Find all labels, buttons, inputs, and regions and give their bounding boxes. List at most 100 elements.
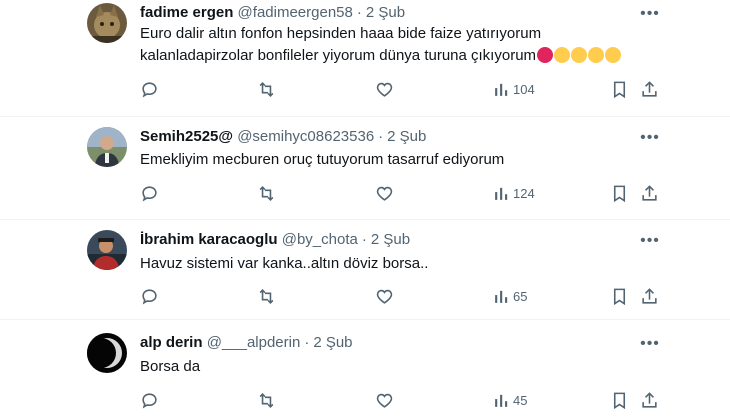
tweet-actions: 104: [140, 79, 660, 99]
reply-icon: [142, 288, 157, 305]
tweet[interactable]: fadime ergen @fadimeergen58 · 2 Şub ••• Eu…: [0, 0, 730, 117]
tweet-actions: 45: [140, 390, 660, 410]
views-count: 65: [513, 288, 528, 304]
display-name[interactable]: fadime ergen: [140, 4, 233, 21]
tweet-text-line-content: kalanladapirzolar bonfileler yiyorum dün…: [140, 47, 537, 64]
bookmark-button[interactable]: [610, 183, 629, 203]
tweet-header: Semih2525@ @semihyc08623536 · 2 Şub: [140, 127, 426, 147]
relieved-face-emoji: [571, 47, 588, 63]
tweet-text-line: kalanladapirzolar bonfileler yiyorum dün…: [140, 45, 622, 67]
separator: ·: [356, 4, 362, 21]
tweet[interactable]: Semih2525@ @semihyc08623536 · 2 Şub ••• Em…: [0, 117, 730, 220]
retweet-icon: [259, 392, 274, 408]
user-handle[interactable]: @semihyc08623536: [237, 128, 374, 145]
timestamp[interactable]: 2 Şub: [387, 128, 426, 145]
reply-button[interactable]: [140, 286, 159, 306]
share-button[interactable]: [640, 183, 659, 203]
tweet-actions: 65: [140, 286, 660, 306]
share-button[interactable]: [640, 390, 659, 410]
retweet-icon: [259, 81, 274, 97]
like-icon: [376, 82, 393, 97]
retweet-icon: [259, 288, 274, 304]
retweet-button[interactable]: [257, 183, 276, 203]
reply-icon: [142, 81, 157, 98]
timestamp[interactable]: 2 Şub: [371, 231, 410, 248]
reply-icon: [142, 185, 157, 202]
separator: ·: [304, 334, 310, 351]
views-button[interactable]: 104: [493, 79, 535, 99]
like-button[interactable]: [375, 390, 394, 410]
share-button[interactable]: [640, 79, 659, 99]
views-button[interactable]: 45: [493, 390, 527, 410]
share-icon: [642, 80, 657, 97]
views-count: 45: [513, 392, 528, 408]
more-icon[interactable]: •••: [640, 233, 660, 254]
confounded-face-emoji: [554, 47, 571, 63]
retweet-button[interactable]: [257, 286, 276, 306]
reply-button[interactable]: [140, 390, 159, 410]
like-button[interactable]: [375, 183, 394, 203]
like-button[interactable]: [375, 286, 394, 306]
bookmark-icon: [613, 288, 626, 305]
reply-button[interactable]: [140, 183, 159, 203]
shushing-face-emoji: [605, 47, 622, 63]
more-icon[interactable]: •••: [640, 336, 660, 357]
share-button[interactable]: [640, 286, 659, 306]
bookmark-button[interactable]: [610, 390, 629, 410]
user-handle[interactable]: @fadimeergen58: [238, 4, 353, 21]
bookmark-button[interactable]: [610, 286, 629, 306]
share-icon: [642, 287, 657, 304]
like-icon: [376, 289, 393, 304]
share-icon: [642, 391, 657, 408]
views-count: 104: [513, 81, 535, 97]
tweet-text-line: Borsa da: [140, 358, 201, 375]
tweet-header: İbrahim karacaoglu @by_chota · 2 Şub: [140, 230, 410, 250]
bookmark-icon: [613, 81, 626, 98]
separator: ·: [361, 231, 367, 248]
angry-face-emoji: [537, 47, 554, 63]
tweet-header: alp derin @___alpderin · 2 Şub: [140, 333, 353, 353]
retweet-icon: [259, 185, 274, 201]
bookmark-button[interactable]: [610, 79, 629, 99]
reply-icon: [142, 392, 157, 409]
user-handle[interactable]: @by_chota: [282, 231, 358, 248]
tweet-text-line: Euro dalir altın fonfon hepsinden haaa b…: [140, 25, 542, 42]
tweet-text-line: Emekliyim mecburen oruç tutuyorum tasarr…: [140, 151, 505, 168]
tweet[interactable]: İbrahim karacaoglu @by_chota · 2 Şub ••• H…: [0, 220, 730, 320]
display-name[interactable]: Semih2525@: [140, 128, 233, 145]
tweet-text-line: Havuz sistemi var kanka..altın döviz bor…: [140, 255, 429, 272]
avatar[interactable]: [87, 127, 127, 167]
tweet-text: Borsa da: [140, 356, 590, 378]
views-button[interactable]: 65: [493, 286, 527, 306]
avatar[interactable]: [87, 333, 127, 373]
like-button[interactable]: [375, 79, 394, 99]
views-icon: [495, 83, 508, 96]
timestamp[interactable]: 2 Şub: [313, 334, 352, 351]
bookmark-icon: [613, 392, 626, 409]
retweet-button[interactable]: [257, 79, 276, 99]
user-handle[interactable]: @___alpderin: [207, 334, 301, 351]
like-icon: [376, 186, 393, 201]
more-icon[interactable]: •••: [640, 130, 660, 151]
like-icon: [376, 393, 393, 408]
share-icon: [642, 184, 657, 201]
tweet[interactable]: alp derin @___alpderin · 2 Şub ••• Borsa d…: [0, 320, 730, 420]
retweet-button[interactable]: [257, 390, 276, 410]
tweet-text: Emekliyim mecburen oruç tutuyorum tasarr…: [140, 149, 590, 171]
timestamp[interactable]: 2 Şub: [366, 4, 405, 21]
views-icon: [495, 187, 508, 200]
display-name[interactable]: İbrahim karacaoglu: [140, 231, 278, 248]
thinking-face-emoji: [588, 47, 605, 63]
more-icon[interactable]: •••: [640, 6, 660, 27]
display-name[interactable]: alp derin: [140, 334, 203, 351]
avatar[interactable]: [87, 230, 127, 270]
views-count: 124: [513, 185, 535, 201]
avatar[interactable]: [87, 3, 127, 43]
views-icon: [495, 394, 508, 407]
tweet-text: Havuz sistemi var kanka..altın döviz bor…: [140, 253, 590, 275]
reply-button[interactable]: [140, 79, 159, 99]
views-button[interactable]: 124: [493, 183, 535, 203]
bookmark-icon: [613, 185, 626, 202]
tweet-header: fadime ergen @fadimeergen58 · 2 Şub: [140, 3, 405, 23]
tweet-actions: 124: [140, 183, 660, 203]
